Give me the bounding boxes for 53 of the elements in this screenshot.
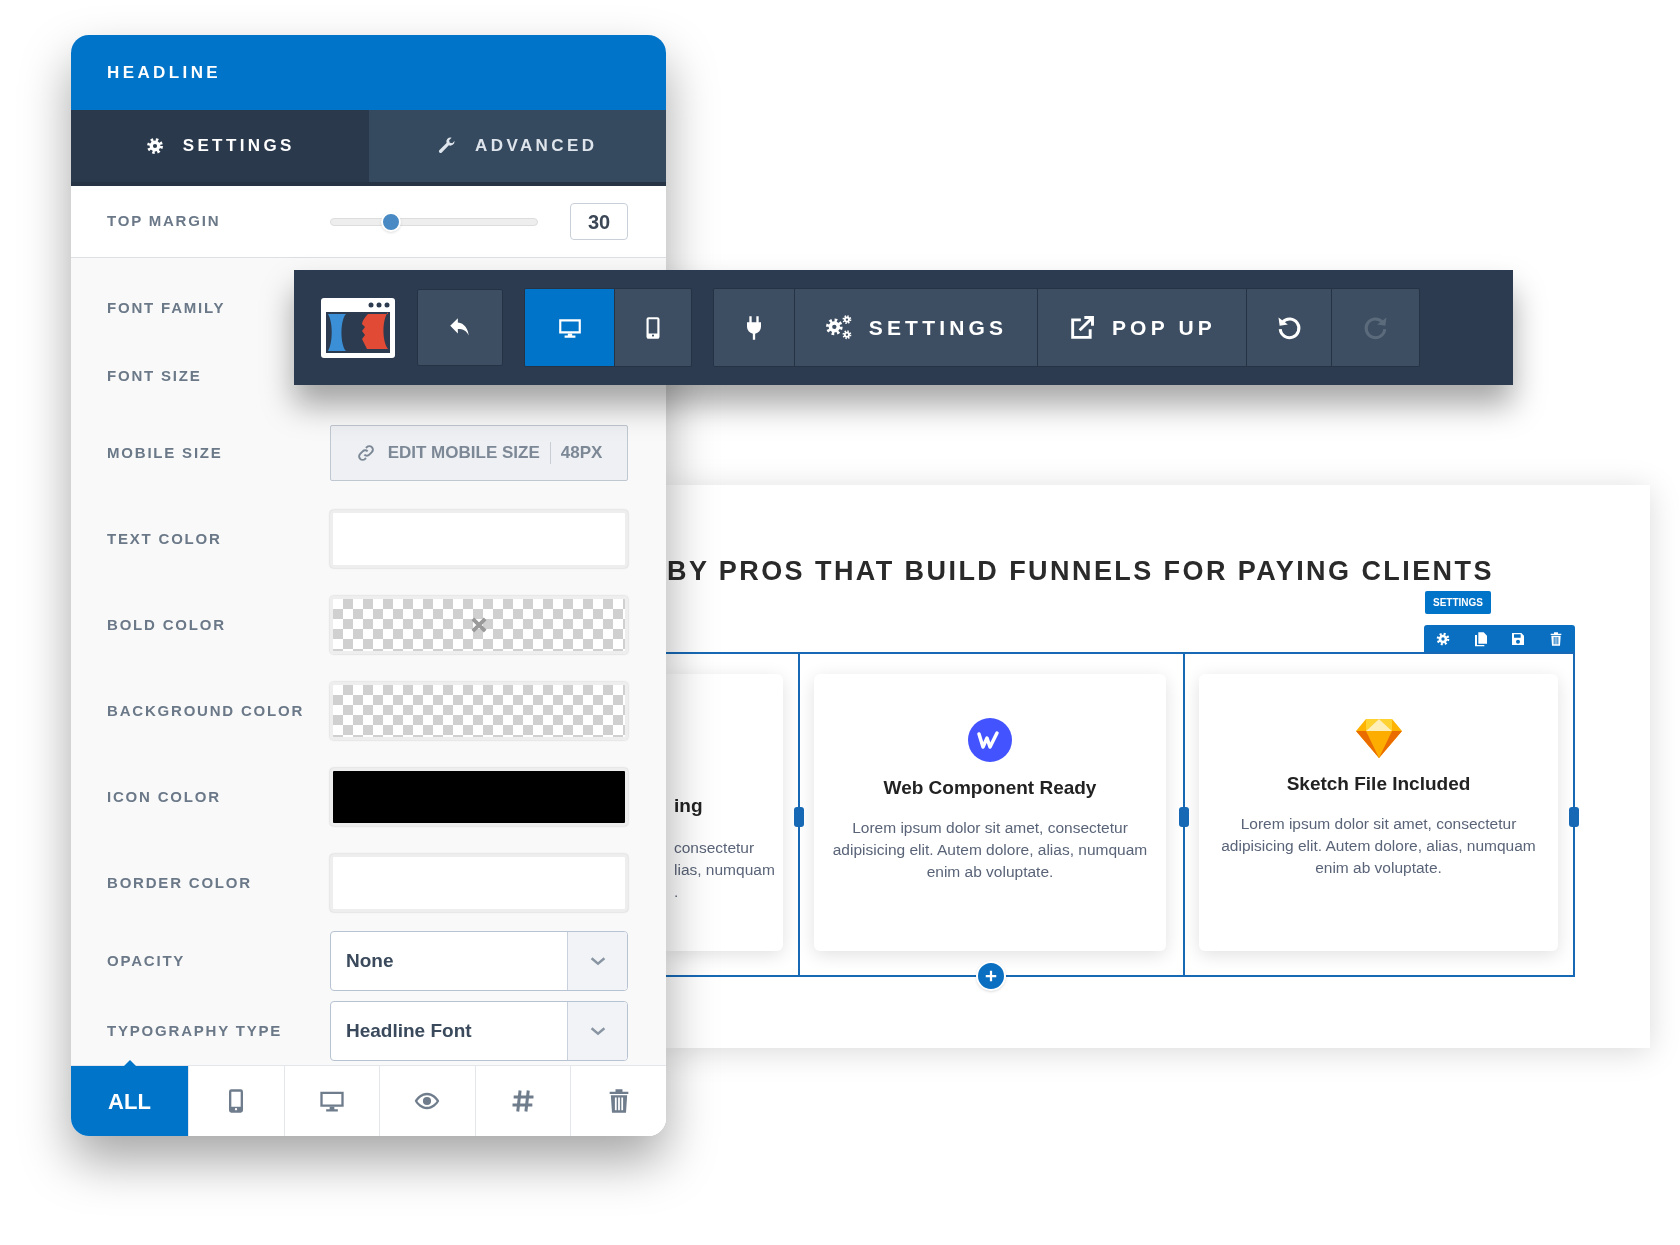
- field-label: TEXT COLOR: [107, 528, 223, 549]
- field-label: ICON COLOR: [107, 786, 222, 807]
- copy-icon[interactable]: [1472, 630, 1489, 647]
- card-title: Web Component Ready: [883, 776, 1097, 800]
- save-icon[interactable]: [1510, 630, 1527, 647]
- resize-handle[interactable]: [1179, 807, 1189, 827]
- device-toggle[interactable]: [525, 289, 614, 366]
- section-heading: BY PROS THAT BUILD FUNNELS FOR PAYING CLIENTS: [667, 555, 1494, 588]
- undo-button[interactable]: [1246, 289, 1331, 366]
- add-button[interactable]: [976, 961, 1006, 991]
- gears-icon: [824, 313, 853, 342]
- dropdown[interactable]: None: [330, 931, 628, 991]
- card-description: consectetur lias, numquam .: [674, 837, 775, 902]
- field-label: FONT SIZE: [107, 365, 203, 386]
- settings-tooltip: SETTINGS: [1425, 591, 1491, 614]
- field-label: BOLD COLOR: [107, 614, 227, 635]
- resize-handle[interactable]: [794, 807, 804, 827]
- card-description: Lorem ipsum dolor sit amet, consectetur adipisicing elit. Autem dolore, alias, numquam enim ab voluptate.: [831, 817, 1149, 882]
- slider-thumb[interactable]: [380, 211, 401, 232]
- w-logo-icon: [968, 718, 1012, 762]
- back-button[interactable]: [417, 289, 503, 366]
- color-swatch[interactable]: [330, 854, 628, 912]
- color-swatch[interactable]: [330, 510, 628, 568]
- card-title: ing: [674, 794, 703, 818]
- field-label: OPACITY: [107, 950, 187, 971]
- link-icon: [355, 443, 376, 463]
- field-label: FONT FAMILY: [107, 297, 227, 318]
- dropdown[interactable]: Headline Font: [330, 1001, 628, 1061]
- plug-button[interactable]: [714, 289, 794, 366]
- field-label: MOBILE SIZE: [107, 442, 224, 463]
- filter-tab[interactable]: [570, 1066, 666, 1136]
- field-label: BORDER COLOR: [107, 872, 253, 893]
- transparent-swatch[interactable]: [330, 682, 628, 740]
- device-toggle[interactable]: [614, 289, 691, 366]
- tab-pointer: [123, 1060, 136, 1066]
- diamond-icon: [1355, 718, 1402, 758]
- field-label: TOP MARGIN: [107, 211, 222, 232]
- card-description: Lorem ipsum dolor sit amet, consectetur adipisicing elit. Autem dolore, alias, numquam enim ab voluptate.: [1220, 813, 1537, 878]
- number-field[interactable]: 30: [570, 203, 628, 240]
- panel-tab[interactable]: SETTINGS: [71, 110, 369, 182]
- settings-button[interactable]: SETTINGS: [794, 289, 1037, 366]
- popup-button[interactable]: POP UP: [1037, 289, 1246, 366]
- gear-icon: [144, 136, 165, 156]
- panel-tab[interactable]: ADVANCED: [368, 110, 666, 182]
- field-label: TYPOGRAPHY TYPE: [107, 1020, 284, 1041]
- gear-icon[interactable]: [1434, 630, 1451, 647]
- field-label: BACKGROUND COLOR: [107, 700, 306, 721]
- logo-icon[interactable]: [320, 296, 396, 359]
- card-title: Sketch File Included: [1286, 772, 1471, 796]
- transparent-swatch[interactable]: [330, 596, 628, 654]
- resize-handle[interactable]: [1569, 807, 1579, 827]
- panel-title: HEADLINE: [107, 61, 222, 84]
- color-swatch[interactable]: [330, 768, 628, 826]
